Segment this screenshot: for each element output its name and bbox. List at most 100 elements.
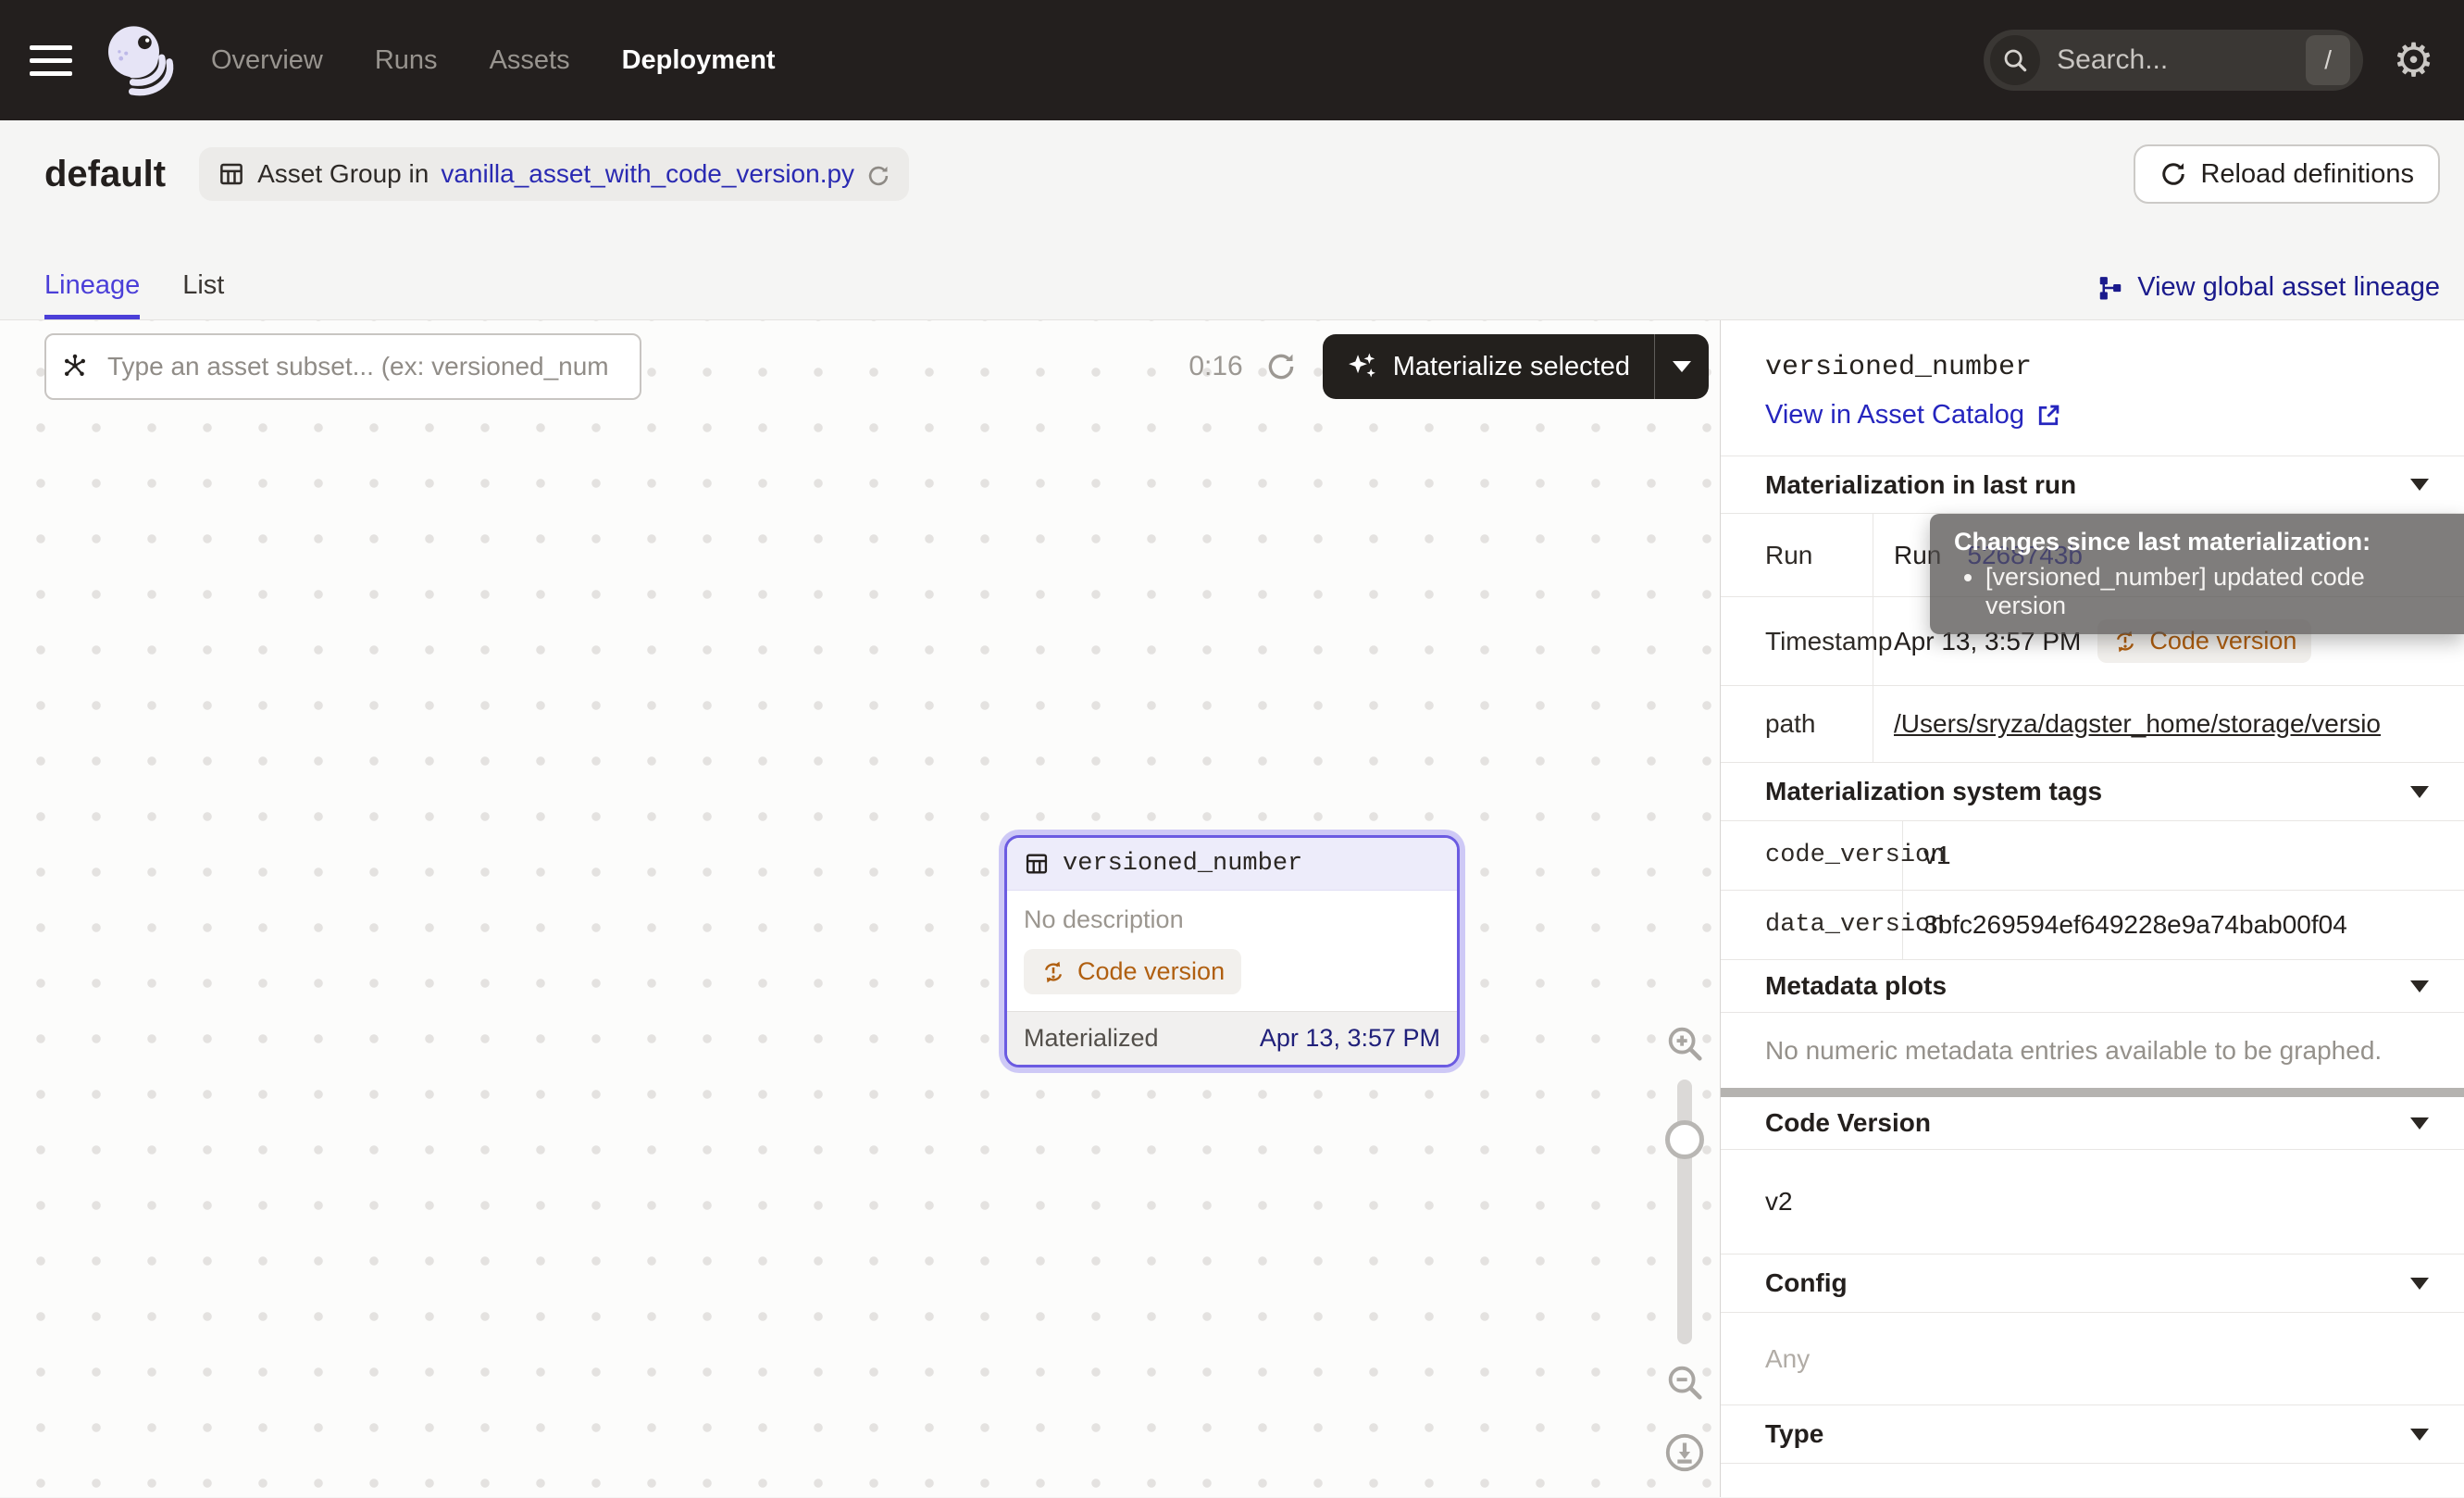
search-input[interactable]	[2057, 44, 2306, 76]
data-version-key: data_version	[1721, 891, 1903, 959]
zoom-slider[interactable]	[1677, 1080, 1692, 1344]
path-row: path /Users/sryza/dagster_home/storage/v…	[1721, 686, 2464, 763]
nav-item-overview[interactable]: Overview	[211, 45, 323, 76]
asset-node-title: versioned_number	[1063, 850, 1302, 878]
table-grid-icon	[1024, 851, 1050, 877]
code-version-tag-row: code_version v1	[1721, 821, 2464, 891]
zoom-controls	[1661, 1022, 1709, 1474]
reload-definitions-label: Reload definitions	[2200, 159, 2414, 190]
zoom-slider-handle[interactable]	[1665, 1120, 1704, 1159]
nav-item-assets[interactable]: Assets	[490, 45, 570, 76]
asset-selector	[44, 333, 641, 400]
section-config[interactable]: Config	[1721, 1255, 2464, 1313]
reload-icon	[2159, 160, 2187, 188]
zoom-in-icon[interactable]	[1663, 1022, 1706, 1065]
path-link[interactable]: /Users/sryza/dagster_home/storage/versio	[1894, 709, 2381, 739]
materialize-split-button: Materialize selected	[1323, 334, 1709, 399]
asset-node-description: No description	[1024, 905, 1440, 934]
panel-asset-title: versioned_number	[1765, 352, 2420, 383]
data-version-tag-row: data_version 3bfc269594ef649228e9a74bab0…	[1721, 891, 2464, 960]
materialize-selected-button[interactable]: Materialize selected	[1323, 334, 1654, 399]
hamburger-menu-icon[interactable]	[30, 45, 72, 76]
asset-subset-input[interactable]	[44, 333, 641, 400]
lineage-graph-icon	[2097, 274, 2124, 302]
tooltip-change-item: [versioned_number] updated code version	[1985, 563, 2440, 620]
reload-definitions-button[interactable]: Reload definitions	[2134, 144, 2440, 204]
code-version-tag-label: Code version	[1077, 957, 1225, 986]
external-link-icon	[2035, 403, 2061, 429]
nav-item-runs[interactable]: Runs	[375, 45, 438, 76]
panel-resize-divider[interactable]	[1721, 1088, 2464, 1097]
section-label: Type	[1765, 1419, 1823, 1449]
asset-group-prefix: Asset Group in	[257, 159, 429, 189]
data-version-value: 3bfc269594ef649228e9a74bab00f04	[1903, 910, 2464, 940]
tooltip-title: Changes since last materialization:	[1954, 528, 2440, 556]
code-version-changed-icon	[1040, 959, 1066, 985]
timestamp-label: Timestamp	[1721, 597, 1873, 685]
chevron-down-icon	[2410, 1429, 2429, 1441]
section-label: Metadata plots	[1765, 971, 1947, 1001]
section-metadata-plots[interactable]: Metadata plots	[1721, 960, 2464, 1013]
chevron-down-icon	[1673, 361, 1691, 372]
asset-node-body: No description Code version	[1007, 891, 1457, 1011]
code-version-changed-tag[interactable]: Code version	[1024, 949, 1241, 994]
view-tabs: Lineage List	[44, 270, 224, 319]
graph-toolbar: 0:16 Materialize selected	[44, 333, 1709, 400]
changes-tooltip: Changes since last materialization: [ver…	[1930, 514, 2464, 634]
materialized-status-label: Materialized	[1024, 1024, 1159, 1053]
section-code-version[interactable]: Code Version	[1721, 1097, 2464, 1150]
materialize-dropdown-button[interactable]	[1655, 334, 1709, 399]
catalog-link-label: View in Asset Catalog	[1765, 400, 2024, 431]
section-type[interactable]: Type	[1721, 1405, 2464, 1464]
zoom-out-icon[interactable]	[1663, 1361, 1706, 1404]
canvas-refresh-icon[interactable]	[1265, 351, 1297, 382]
chevron-down-icon	[2410, 980, 2429, 992]
chevron-down-icon	[2410, 786, 2429, 798]
view-in-asset-catalog-link[interactable]: View in Asset Catalog	[1765, 400, 2061, 431]
asset-node-footer: Materialized Apr 13, 3:57 PM	[1007, 1011, 1457, 1065]
tab-list[interactable]: List	[182, 270, 224, 319]
section-materialization-system-tags[interactable]: Materialization system tags	[1721, 763, 2464, 821]
section-label: Config	[1765, 1268, 1848, 1298]
settings-gear-icon[interactable]: ⚙	[2393, 37, 2434, 83]
tab-lineage[interactable]: Lineage	[44, 270, 140, 319]
nav-item-deployment[interactable]: Deployment	[622, 45, 776, 76]
chevron-down-icon	[2410, 1278, 2429, 1290]
path-label: path	[1721, 686, 1873, 762]
page-header: default Asset Group in vanilla_asset_wit…	[0, 120, 2464, 319]
run-label: Run	[1721, 514, 1873, 596]
view-global-asset-lineage-link[interactable]: View global asset lineage	[2097, 272, 2440, 319]
chevron-down-icon	[2410, 1117, 2429, 1130]
search-icon	[1990, 35, 2040, 85]
materialized-timestamp[interactable]: Apr 13, 3:57 PM	[1260, 1024, 1440, 1053]
asset-group-badge: Asset Group in vanilla_asset_with_code_v…	[199, 147, 909, 201]
chevron-down-icon	[2410, 479, 2429, 491]
asset-group-grid-icon	[218, 160, 245, 188]
op-selector-icon	[61, 352, 89, 380]
asset-details-panel: versioned_number View in Asset Catalog M…	[1720, 320, 2464, 1497]
code-version-current-value: v2	[1721, 1150, 2464, 1255]
asset-node-versioned-number[interactable]: versioned_number No description Code ver…	[1004, 835, 1460, 1067]
global-search[interactable]: /	[1984, 30, 2363, 91]
section-label: Materialization in last run	[1765, 470, 2076, 500]
main-nav: Overview Runs Assets Deployment	[211, 45, 776, 76]
metadata-plots-empty-text: No numeric metadata entries available to…	[1721, 1013, 2464, 1088]
dagster-logo[interactable]	[98, 19, 180, 101]
refresh-timer: 0:16	[1188, 351, 1242, 382]
code-version-value: v1	[1903, 841, 2464, 870]
asset-node-header: versioned_number	[1007, 838, 1457, 891]
global-lineage-label: View global asset lineage	[2137, 272, 2440, 303]
code-version-key: code_version	[1721, 821, 1903, 890]
search-shortcut-key: /	[2306, 35, 2350, 85]
download-image-icon[interactable]	[1663, 1431, 1706, 1474]
sparkle-icon	[1347, 351, 1378, 382]
section-materialization-last-run[interactable]: Materialization in last run	[1721, 456, 2464, 514]
materialize-label: Materialize selected	[1393, 352, 1630, 382]
section-label: Materialization system tags	[1765, 777, 2102, 806]
top-nav: Overview Runs Assets Deployment / ⚙	[0, 0, 2464, 120]
page-title: default	[44, 154, 166, 195]
lineage-canvas[interactable]: 0:16 Materialize selected versioned_numb…	[0, 320, 1720, 1497]
asset-group-file-link[interactable]: vanilla_asset_with_code_version.py	[441, 159, 854, 189]
config-value: Any	[1721, 1313, 2464, 1405]
asset-group-refresh-icon[interactable]	[866, 159, 890, 189]
